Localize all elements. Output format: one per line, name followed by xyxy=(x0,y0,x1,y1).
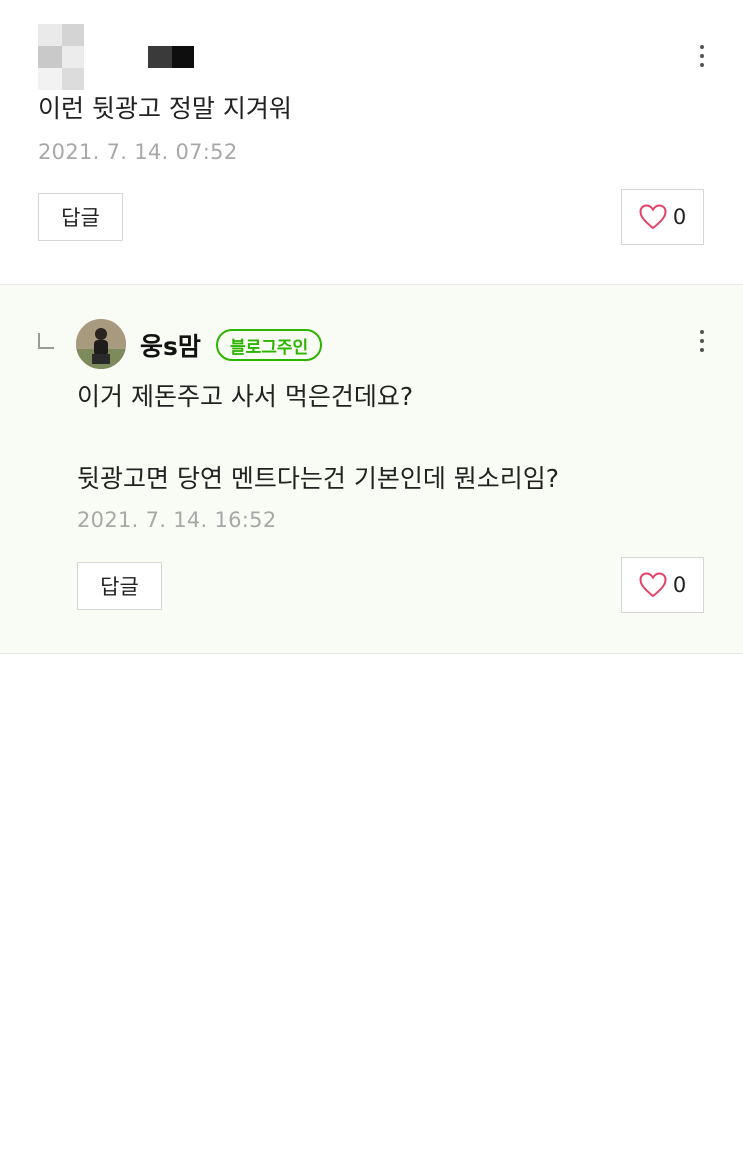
like-count: 0 xyxy=(672,205,687,229)
more-options-button[interactable] xyxy=(690,40,714,72)
comment-text: 이런 뒷광고 정말 지겨워 xyxy=(38,94,292,123)
avatar[interactable] xyxy=(76,319,126,369)
reply-comment-item: 웅s맘 블로그주인 이거 제돈주고 사서 먹은건데요? 뒷광고면 당연 멘트다는… xyxy=(0,285,743,653)
like-button[interactable]: 0 xyxy=(621,557,704,613)
reply-corner-icon xyxy=(38,333,54,349)
comment-date: 2021. 7. 14. 07:52 xyxy=(38,140,238,164)
like-button[interactable]: 0 xyxy=(621,189,704,245)
more-vertical-icon xyxy=(700,45,704,49)
reply-text-line: 이거 제돈주고 사서 먹은건데요? xyxy=(77,382,414,411)
like-count: 0 xyxy=(672,573,687,597)
blurred-avatar xyxy=(38,24,84,90)
heart-outline-icon xyxy=(639,572,667,598)
comment-item: 이런 뒷광고 정말 지겨워 2021. 7. 14. 07:52 답글 0 xyxy=(0,0,743,284)
more-vertical-icon xyxy=(700,330,704,334)
blurred-nickname xyxy=(148,46,194,68)
comment-list: 이런 뒷광고 정말 지겨워 2021. 7. 14. 07:52 답글 0 웅s… xyxy=(0,0,743,1156)
heart-outline-icon xyxy=(639,204,667,230)
reply-date: 2021. 7. 14. 16:52 xyxy=(77,508,277,532)
profile-photo xyxy=(76,319,126,369)
author-name[interactable]: 웅s맘 xyxy=(140,327,201,363)
reply-button[interactable]: 답글 xyxy=(77,562,162,610)
owner-badge: 블로그주인 xyxy=(216,329,323,361)
divider xyxy=(0,653,743,654)
reply-text-line: 뒷광고면 당연 멘트다는건 기본인데 뭔소리임? xyxy=(77,464,560,493)
reply-button[interactable]: 답글 xyxy=(38,193,123,241)
more-options-button[interactable] xyxy=(690,325,714,357)
